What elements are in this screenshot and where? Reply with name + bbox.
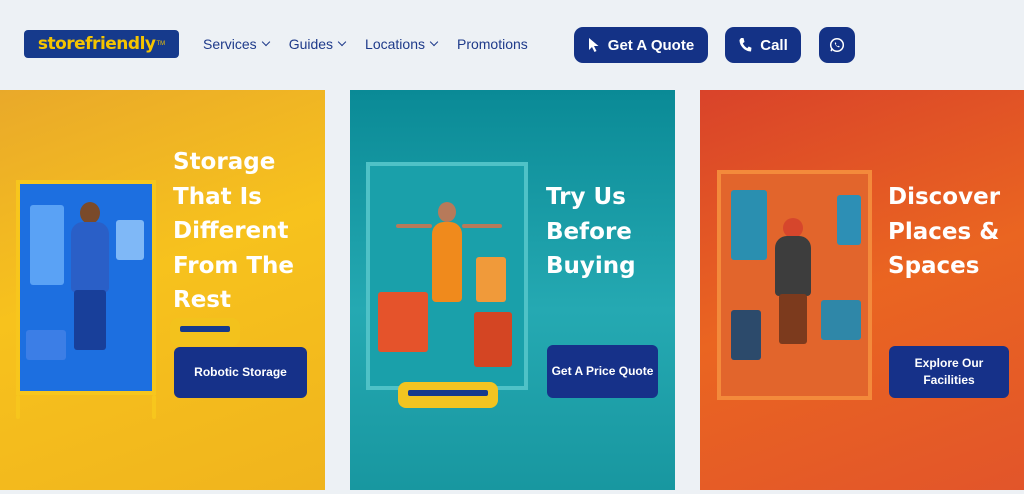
site-header: storefriendly TM Services Guides Location… [0, 0, 1024, 88]
hanging-bags [476, 257, 506, 302]
nav-promotions[interactable]: Promotions [457, 36, 528, 52]
person-head [438, 202, 456, 222]
storage-unit-illustration [717, 170, 872, 400]
call-button[interactable]: Call [725, 27, 801, 63]
robotic-storage-card: Storage That Is Different From The Rest … [0, 90, 325, 490]
person-body [432, 222, 462, 302]
get-a-quote-button[interactable]: Get A Quote [574, 27, 708, 63]
robot-stripe [408, 390, 488, 396]
hanging-gear [30, 205, 64, 285]
storefriendly-logo[interactable]: storefriendly TM [24, 30, 179, 58]
cursor-pointer-icon [588, 38, 599, 52]
shelf-items [116, 220, 144, 260]
nav-promotions-label: Promotions [456, 36, 528, 52]
person-legs [779, 294, 807, 344]
whatsapp-icon [829, 37, 845, 53]
chevron-down-icon [261, 37, 270, 47]
person-hat [783, 218, 803, 238]
get-a-quote-label: Get A Quote [607, 36, 695, 54]
nav-locations-label: Locations [365, 36, 425, 52]
unit-leg [16, 395, 20, 419]
price-quote-card: Try Us Before Buying Get A Price Quote [350, 90, 675, 490]
nav-services[interactable]: Services [203, 36, 270, 52]
card-heading: Try Us Before Buying [546, 184, 636, 279]
logo-tm: TM [156, 41, 166, 47]
call-label: Call [760, 36, 788, 54]
phone-icon [739, 38, 752, 52]
person-body [775, 236, 811, 296]
nav-locations[interactable]: Locations [365, 36, 439, 52]
nav-guides-label: Guides [288, 36, 334, 52]
storage-unit-illustration [366, 162, 528, 390]
chevron-down-icon [429, 37, 439, 47]
person-arm [462, 224, 502, 228]
robot-illustration [170, 318, 240, 346]
nav-guides[interactable]: Guides [288, 36, 347, 52]
nav-services-label: Services [203, 36, 257, 52]
person-legs [74, 290, 106, 350]
whatsapp-button[interactable] [819, 27, 855, 63]
framed-pictures [837, 195, 861, 245]
storage-unit-illustration [16, 180, 156, 419]
suitcase [474, 312, 512, 367]
card-heading: Discover Places & Spaces [888, 184, 1001, 279]
get-a-price-quote-button[interactable]: Get A Price Quote [547, 345, 658, 398]
main-nav: Services Guides Locations Promotions [203, 36, 548, 52]
person-head [80, 202, 100, 224]
facilities-card: Discover Places & Spaces Explore Our Fac… [700, 90, 1024, 490]
storage-box [26, 330, 66, 360]
person-arm [396, 224, 432, 228]
chevron-down-icon [337, 37, 347, 47]
side-table [821, 300, 861, 340]
unit-leg [152, 395, 156, 419]
person-body [71, 222, 109, 292]
suitcase [731, 310, 761, 360]
robot-illustration [398, 382, 498, 408]
wall-gear [731, 190, 767, 260]
card-heading: Storage That Is Different From The Rest [173, 149, 295, 313]
robotic-storage-button[interactable]: Robotic Storage [174, 347, 307, 398]
explore-our-facilities-button[interactable]: Explore Our Facilities [889, 346, 1009, 398]
robot-stripe [180, 326, 230, 332]
logo-text: storefriendly [37, 34, 156, 54]
stacked-bags [378, 292, 428, 352]
